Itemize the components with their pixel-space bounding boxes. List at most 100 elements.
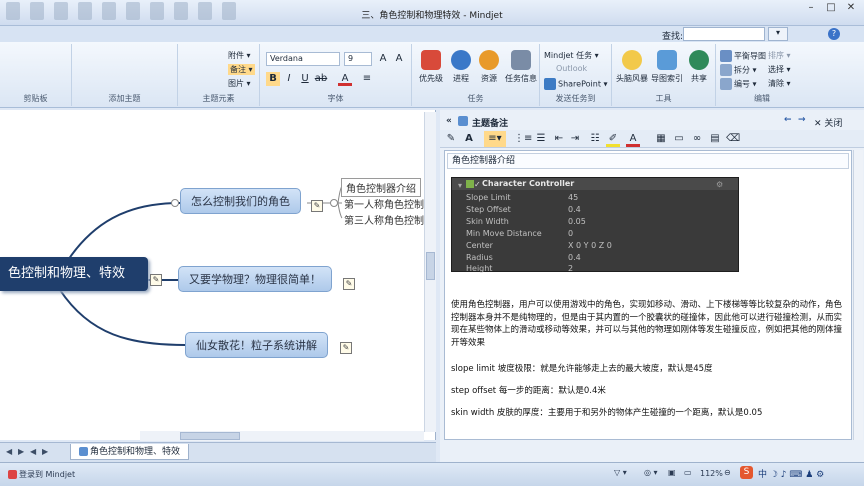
image-icon[interactable]: ▭ — [672, 131, 686, 147]
bold-button[interactable]: B — [266, 72, 280, 86]
topic-node-1[interactable]: 怎么控制我们的角色 — [180, 188, 301, 214]
scroll-thumb[interactable] — [180, 432, 240, 440]
text-color-icon[interactable]: A — [626, 131, 640, 147]
numbering-button[interactable]: 编号 ▾ — [720, 78, 757, 90]
minimize-button[interactable]: – — [804, 2, 818, 14]
clear-format-icon[interactable]: ⌫ — [726, 131, 740, 147]
shrink-font-icon[interactable]: A — [392, 52, 406, 66]
fit-map-icon[interactable]: ▣ — [668, 468, 676, 477]
font-size-select[interactable]: 9 — [344, 52, 372, 66]
map-canvas[interactable]: 色控制和物理、特效 怎么控制我们的角色 ✎ 又要学物理？物理很简单！ ✎ ✎ 仙… — [0, 110, 436, 440]
view-mode-icon[interactable]: ◎ ▾ — [644, 468, 658, 477]
subtopic-selected[interactable]: 角色控制器介绍 — [341, 178, 421, 197]
mindjet-tasks-button[interactable]: Mindjet 任务 ▾ — [544, 50, 599, 61]
task-info-button[interactable]: 任务信息 — [504, 50, 538, 84]
highlight-icon[interactable]: ✐ — [606, 131, 620, 147]
group-edit: 平衡导图 拆分 ▾ 编号 ▾ 排序 ▾ 选择 ▾ 清除 ▾ 编辑 — [716, 44, 808, 106]
list-style-icon[interactable]: ☷ — [588, 131, 602, 147]
search-dropdown-button[interactable]: ▾ — [768, 27, 788, 41]
tab-scroll-right-icon[interactable]: ▶ — [18, 447, 24, 456]
indent-icon[interactable]: ⇥ — [568, 131, 582, 147]
input-method-icon[interactable]: S — [740, 466, 753, 479]
balance-map-button[interactable]: 平衡导图 — [720, 50, 766, 62]
notes-vertical-scrollbar[interactable] — [853, 150, 863, 440]
select-button[interactable]: 选择 ▾ — [768, 64, 791, 75]
field-label: Skin Width — [466, 217, 509, 226]
underline-button[interactable]: U — [298, 72, 312, 86]
component-header: ▾ ✓ Character Controller ⚙ — [452, 178, 738, 190]
notes-button[interactable]: 备注 ▾ — [228, 64, 255, 75]
table-icon[interactable]: ▦ — [654, 131, 668, 147]
canvas-vertical-scrollbar[interactable] — [424, 112, 436, 432]
attachment-button[interactable]: 附件 ▾ — [228, 50, 251, 61]
tab-scroll-right-icon[interactable]: ▶ — [42, 447, 48, 456]
font-family-select[interactable]: Verdana — [266, 52, 340, 66]
note-icon[interactable]: ✎ — [150, 274, 162, 286]
field-label: Center — [466, 241, 493, 250]
close-window-button[interactable]: ✕ — [844, 2, 858, 14]
bullet-list-icon[interactable]: ☰ — [534, 131, 548, 147]
search-input[interactable] — [683, 27, 765, 41]
brainstorm-button[interactable]: 头脑风暴 — [616, 50, 648, 84]
note-icon[interactable]: ✎ — [311, 200, 323, 212]
subtopic[interactable]: 第一人称角色控制 — [344, 196, 424, 211]
zoom-out-icon[interactable]: ⊖ — [724, 468, 731, 477]
status-bar: 登录到 Mindjet ▽ ▾ ◎ ▾ ▣ ▭ 112% ⊖ S 中 ☽ ♪ ⌨… — [0, 462, 864, 486]
field-label: Min Move Distance — [466, 229, 542, 238]
insert-icon[interactable]: ▤ — [708, 131, 722, 147]
scroll-thumb[interactable] — [426, 252, 435, 280]
strikethrough-button[interactable]: ab — [314, 72, 328, 86]
note-icon[interactable]: ✎ — [340, 342, 352, 354]
maximize-button[interactable]: □ — [824, 2, 838, 14]
sharepoint-button[interactable]: SharePoint ▾ — [544, 78, 608, 90]
group-label-font: 字体 — [327, 94, 344, 103]
next-note-icon[interactable]: → — [798, 115, 806, 125]
font-icon[interactable]: A — [462, 131, 476, 147]
link-icon[interactable]: ∞ — [690, 131, 704, 147]
topic-node-2[interactable]: 又要学物理？物理很简单！ — [178, 266, 332, 292]
enabled-checkbox-icon: ✓ — [474, 180, 481, 189]
fit-page-icon[interactable]: ▭ — [684, 468, 692, 477]
progress-button[interactable]: 进程 — [448, 50, 474, 84]
note-icon[interactable]: ✎ — [343, 278, 355, 290]
priority-button[interactable]: 优先级 — [418, 50, 444, 84]
map-index-button[interactable]: 导图索引 — [650, 50, 684, 84]
filter-icon[interactable]: ▽ ▾ — [614, 468, 627, 477]
login-status[interactable]: 登录到 Mindjet — [8, 469, 75, 480]
ime-toolbar[interactable]: 中 ☽ ♪ ⌨ ♟ ⚙ — [758, 467, 824, 480]
align-icon[interactable]: ≡ — [360, 72, 374, 86]
field-value: 0 — [568, 229, 574, 238]
note-editor[interactable]: 角色控制器介绍 ▾ ✓ Character Controller ⚙ Slope… — [444, 150, 852, 440]
field-value: X 0 Y 0 Z 0 — [568, 241, 612, 250]
outlook-button[interactable]: Outlook — [556, 64, 587, 73]
numbered-list-icon[interactable]: ⋮≡ — [514, 131, 532, 147]
sort-button[interactable]: 排序 ▾ — [768, 50, 791, 61]
italic-button[interactable]: I — [282, 72, 296, 86]
split-button[interactable]: 拆分 ▾ — [720, 64, 757, 76]
topic-node-3[interactable]: 仙女散花！粒子系统讲解 — [185, 332, 328, 358]
help-icon[interactable]: ? — [828, 28, 840, 40]
canvas-horizontal-scrollbar[interactable] — [140, 431, 424, 441]
field-value: 0.4 — [568, 253, 581, 262]
close-panel-button[interactable]: ✕ 关闭 — [814, 116, 842, 129]
grow-font-icon[interactable]: A — [376, 52, 390, 66]
outdent-icon[interactable]: ⇤ — [552, 131, 566, 147]
panel-header: « 主题备注 ← → ✕ 关闭 — [440, 114, 864, 130]
group-label-tasks: 任务 — [467, 94, 484, 103]
tab-scroll-left-icon[interactable]: ◀ — [30, 447, 36, 456]
subtopic[interactable]: 第三人称角色控制 — [344, 212, 424, 227]
resources-button[interactable]: 资源 — [476, 50, 502, 84]
share-button[interactable]: 共享 — [686, 50, 712, 84]
image-button[interactable]: 图片 ▾ — [228, 78, 251, 89]
align-left-icon[interactable]: ≡▾ — [484, 131, 506, 147]
format-painter-icon[interactable]: ✎ — [444, 131, 458, 147]
note-title[interactable]: 角色控制器介绍 — [447, 153, 849, 169]
tab-active-map[interactable]: 角色控制和物理、特效 — [70, 444, 190, 460]
collapse-panel-icon[interactable]: « — [446, 116, 452, 126]
central-topic[interactable]: 色控制和物理、特效 — [0, 257, 148, 291]
previous-note-icon[interactable]: ← — [784, 115, 792, 125]
clear-button[interactable]: 清除 ▾ — [768, 78, 791, 89]
tab-scroll-left-icon[interactable]: ◀ — [6, 447, 12, 456]
font-color-icon[interactable]: A — [338, 72, 352, 86]
mindjet-window: 三、角色控制和物理特效 - Mindjet – □ ✕ 查找: ▾ ? 剪贴板 … — [0, 0, 864, 486]
